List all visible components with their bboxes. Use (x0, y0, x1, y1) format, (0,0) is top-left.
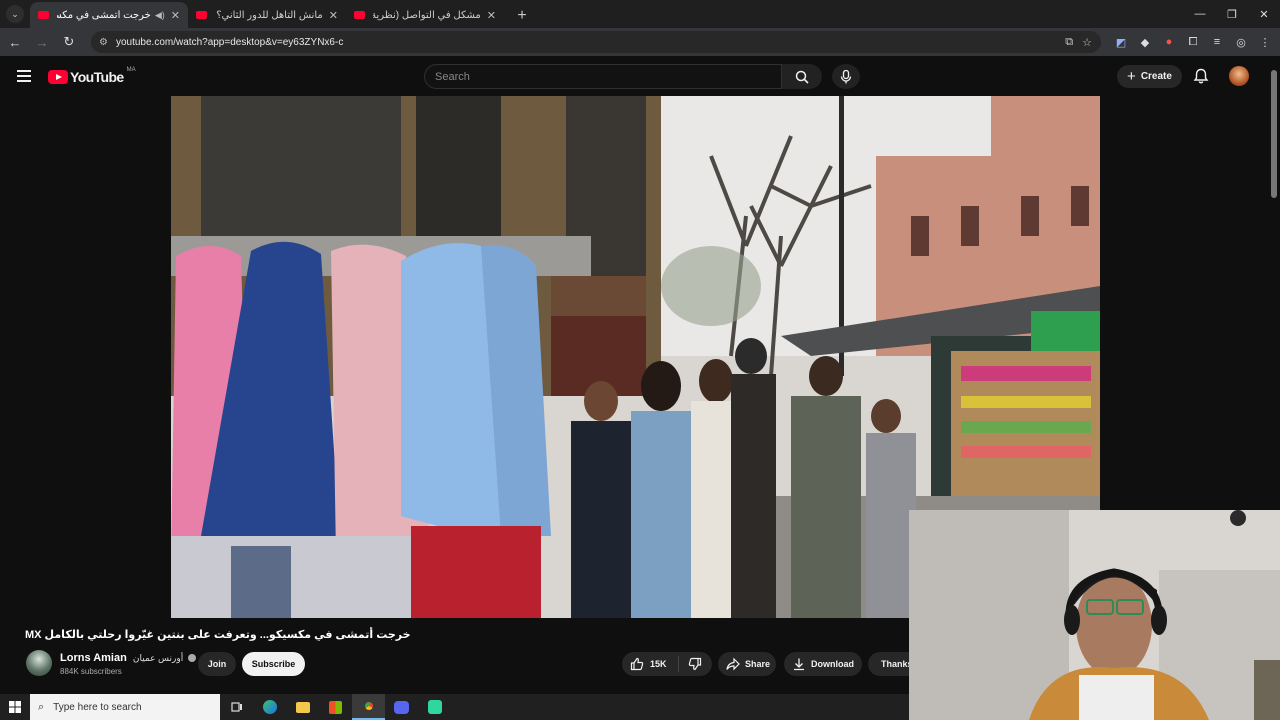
file-explorer-icon[interactable] (286, 694, 319, 720)
search-button[interactable] (782, 64, 822, 89)
webcam-frame (909, 510, 1280, 720)
install-app-icon[interactable]: ⧉ (1065, 36, 1073, 49)
close-tab-icon[interactable]: ✕ (329, 9, 338, 22)
verified-icon (188, 654, 197, 663)
youtube-favicon-icon (196, 11, 207, 19)
channel-name[interactable]: Lorns Amian (60, 652, 127, 664)
media-control-icon[interactable]: ≡ (1205, 36, 1229, 48)
webcam-overlay (909, 510, 1280, 720)
channel-name-row[interactable]: Lorns Amian أورنس عميان (60, 652, 197, 664)
download-icon (794, 658, 804, 671)
extensions-area: ◩ ◆ ● ⧠ ≡ ◎ ⋮ (1109, 36, 1277, 49)
browser-menu-icon[interactable]: ⋮ (1253, 36, 1277, 49)
tab-title: مانش التأهل للدور الثاني؟ التشكيلة (215, 9, 323, 21)
address-bar[interactable]: ⚙ youtube.com/watch?app=desktop&v=ey63ZY… (91, 31, 1101, 53)
thumbs-down-icon (688, 657, 702, 671)
back-icon[interactable]: ← (3, 35, 27, 50)
join-button[interactable]: Join (198, 652, 236, 676)
new-tab-button[interactable]: + (510, 4, 534, 28)
share-button[interactable]: Share (718, 652, 776, 676)
share-icon (726, 657, 740, 671)
windows-start-icon[interactable] (0, 701, 30, 713)
youtube-favicon-icon (354, 11, 365, 19)
search-icon (795, 70, 809, 84)
share-label: Share (745, 659, 771, 669)
create-button[interactable]: + Create (1117, 65, 1182, 88)
restore-icon[interactable]: ❐ (1216, 0, 1248, 28)
page-scrollbar[interactable] (1271, 70, 1277, 198)
tab-match[interactable]: مانش التأهل للدور الثاني؟ التشكيلة ✕ (188, 2, 346, 28)
youtube-play-icon (48, 70, 68, 84)
download-button[interactable]: Download (784, 652, 862, 676)
create-label: Create (1140, 71, 1172, 82)
thanks-label: Thanks (881, 659, 909, 669)
video-title: خرجت أتمشى في مكسيكو... وتعرفت على بنتين… (25, 629, 411, 641)
channel-name-arabic: أورنس عميان (132, 653, 184, 663)
windows-taskbar: ⌕ Type here to search (0, 694, 909, 720)
browser-tab-strip: ⌄ خرجت أتمشى في مكسيكو... وتعرفت على بنت… (0, 0, 1280, 28)
dislike-button[interactable] (679, 657, 711, 671)
bookmark-star-icon[interactable]: ☆ (1082, 36, 1092, 49)
youtube-logo[interactable]: YouTube MA (48, 67, 136, 85)
extensions-puzzle-icon[interactable]: ⧠ (1181, 36, 1205, 49)
search-input[interactable]: Search (424, 64, 782, 89)
tab-title: خرجت أتمشى في مكسيكو... وتعرفت على بنتين… (57, 9, 151, 21)
close-tab-icon[interactable]: ✕ (171, 9, 180, 22)
guide-menu-icon[interactable] (17, 70, 31, 82)
channel-avatar[interactable] (26, 650, 52, 676)
task-view-icon[interactable] (220, 694, 253, 720)
site-info-icon[interactable]: ⚙ (99, 37, 108, 48)
youtube-header: YouTube MA Search + Create (0, 56, 1280, 96)
screen: ⌄ خرجت أتمشى في مكسيكو... وتعرفت على بنت… (0, 0, 1280, 720)
taskbar-search-placeholder: Type here to search (53, 701, 142, 713)
microphone-icon (840, 69, 852, 83)
like-dislike-group: 15K (622, 652, 712, 676)
close-tab-icon[interactable]: ✕ (487, 9, 496, 22)
taskbar-search-input[interactable]: ⌕ Type here to search (30, 694, 220, 720)
reload-icon[interactable]: ↻ (57, 34, 81, 50)
window-controls: — ❐ ✕ (1184, 0, 1280, 28)
notifications-bell-icon[interactable] (1192, 67, 1210, 85)
account-avatar[interactable] (1229, 66, 1249, 86)
speaker-icon[interactable]: ◀) (155, 10, 165, 21)
thumbs-up-icon (630, 657, 644, 671)
close-window-icon[interactable]: ✕ (1248, 0, 1280, 28)
subscriber-count: 884K subscribers (60, 667, 122, 676)
taskbar-search-icon: ⌕ (38, 700, 45, 713)
store-icon[interactable] (319, 694, 352, 720)
country-code: MA (126, 67, 136, 73)
thanks-button[interactable]: $ Thanks (868, 652, 909, 676)
edge-icon[interactable] (253, 694, 286, 720)
logo-wordmark: YouTube (70, 69, 124, 85)
tab-communication[interactable]: مشكل في التواصل (نظرية الزرّاكة) ✕ (346, 2, 504, 28)
like-button[interactable]: 15K (622, 656, 679, 672)
voice-search-button[interactable] (832, 64, 860, 89)
tab-video-active[interactable]: خرجت أتمشى في مكسيكو... وتعرفت على بنتين… (30, 2, 188, 28)
extension-red-icon[interactable]: ● (1157, 36, 1181, 48)
extension-diamond-icon[interactable]: ◆ (1133, 36, 1157, 49)
minimize-icon[interactable]: — (1184, 0, 1216, 28)
subscribe-button[interactable]: Subscribe (242, 652, 305, 676)
chrome-icon[interactable] (352, 694, 385, 720)
tab-title: مشكل في التواصل (نظرية الزرّاكة) (373, 9, 481, 21)
url-text: youtube.com/watch?app=desktop&v=ey63ZYNx… (115, 36, 344, 48)
browser-toolbar: ← → ↻ ⚙ youtube.com/watch?app=desktop&v=… (0, 28, 1280, 56)
youtube-favicon-icon (38, 11, 49, 19)
profile-icon[interactable]: ◎ (1229, 36, 1253, 49)
forward-icon[interactable]: → (30, 35, 54, 50)
discord-icon[interactable] (385, 694, 418, 720)
translate-extension-icon[interactable]: ◩ (1109, 36, 1133, 49)
like-count: 15K (650, 659, 667, 669)
tab-search-chevron-icon[interactable]: ⌄ (6, 5, 24, 23)
download-label: Download (811, 659, 854, 669)
plus-icon: + (1127, 68, 1136, 85)
app-teal-icon[interactable] (418, 694, 451, 720)
